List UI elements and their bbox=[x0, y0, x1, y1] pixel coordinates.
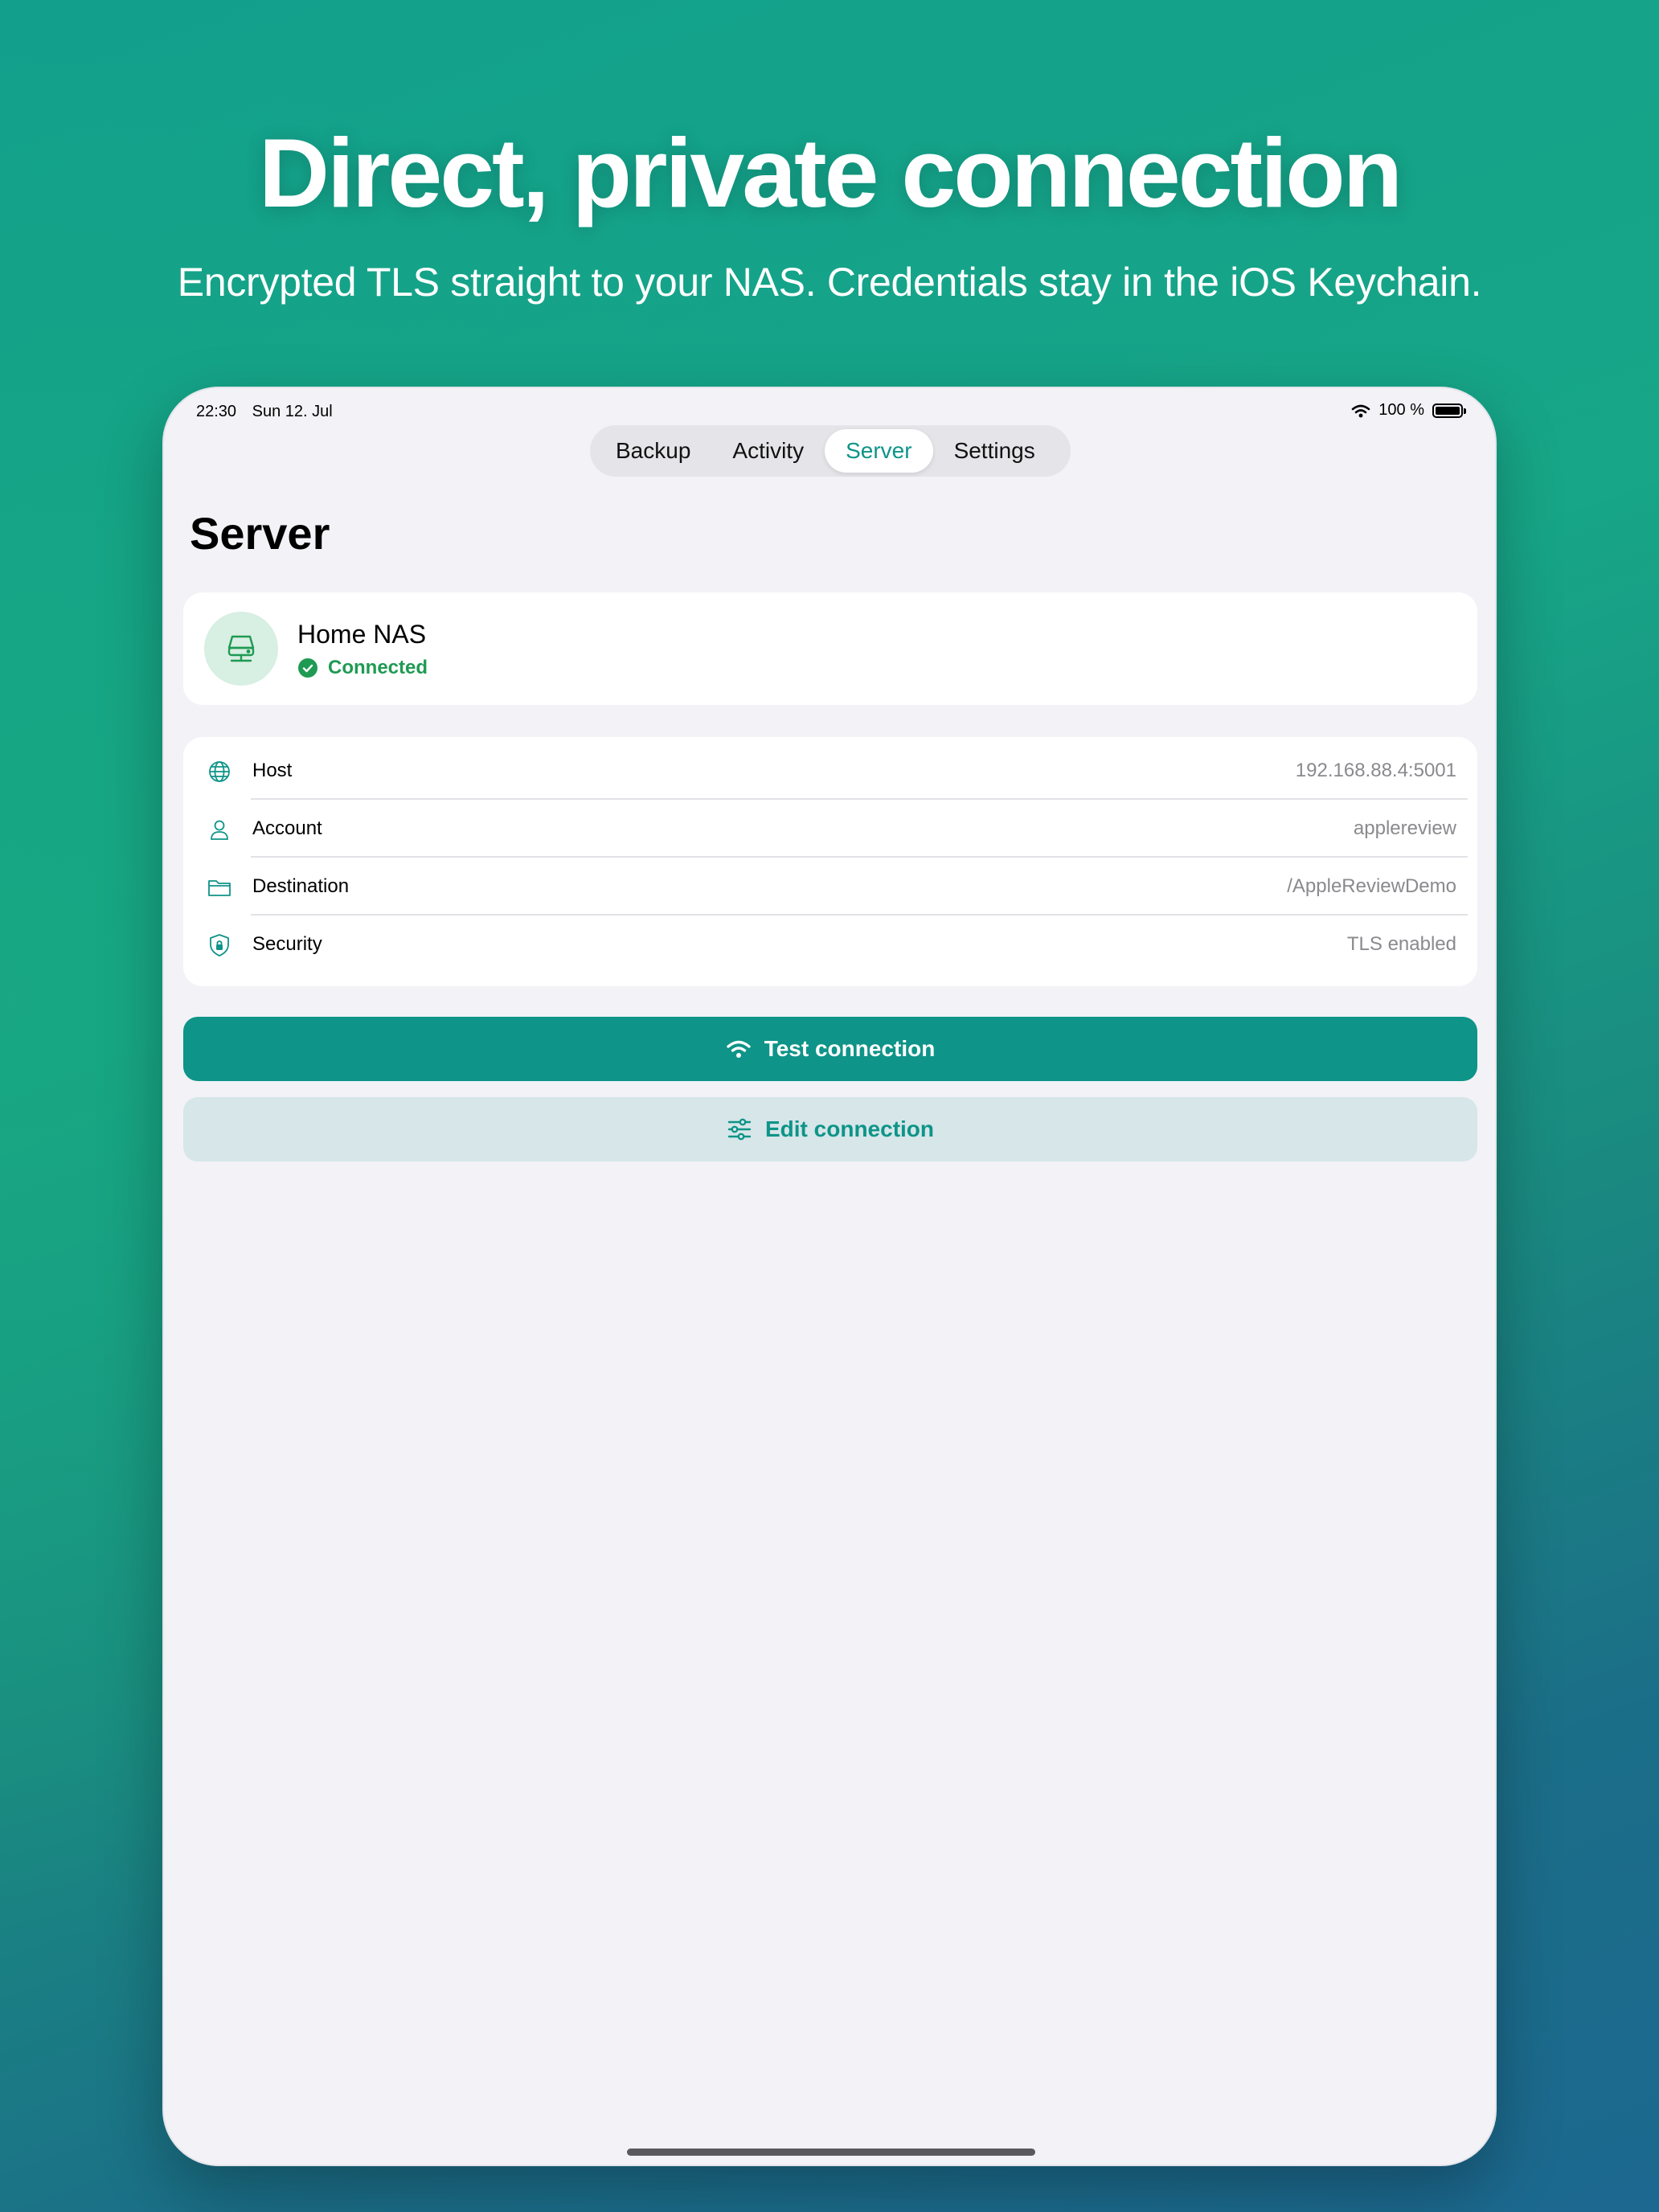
detail-label: Host bbox=[252, 760, 293, 781]
nas-drive-icon bbox=[227, 635, 255, 662]
status-date: Sun 12. Jul bbox=[252, 403, 333, 420]
detail-value: applereview bbox=[1353, 817, 1456, 839]
detail-value: /AppleReviewDemo bbox=[1287, 875, 1456, 897]
server-card[interactable]: Home NAS Connected bbox=[183, 592, 1477, 705]
status-time: 22:30 bbox=[196, 403, 237, 420]
tab-server[interactable]: Server bbox=[825, 429, 933, 473]
test-connection-button[interactable]: Test connection bbox=[183, 1017, 1477, 1081]
server-name: Home NAS bbox=[297, 620, 427, 649]
status-label: Connected bbox=[328, 657, 428, 678]
detail-row-security: Security TLS enabled bbox=[183, 916, 1477, 973]
person-icon bbox=[211, 820, 228, 840]
detail-row-account: Account applereview bbox=[183, 800, 1477, 858]
page-title: Server bbox=[190, 508, 330, 559]
server-avatar bbox=[204, 612, 278, 686]
tab-bar: Backup Activity Server Settings bbox=[590, 425, 1071, 477]
hero-title: Direct, private connection bbox=[258, 118, 1403, 227]
edit-connection-button[interactable]: Edit connection bbox=[183, 1097, 1477, 1161]
folder-icon bbox=[208, 880, 231, 896]
globe-icon bbox=[209, 761, 230, 782]
home-indicator[interactable] bbox=[627, 2149, 1035, 2156]
sliders-icon bbox=[727, 1118, 752, 1141]
detail-label: Security bbox=[252, 933, 322, 955]
detail-row-host: Host 192.168.88.4:5001 bbox=[183, 742, 1477, 800]
tab-activity[interactable]: Activity bbox=[711, 429, 825, 473]
details-card: Host 192.168.88.4:5001 Account applerevi… bbox=[183, 737, 1477, 986]
tab-settings[interactable]: Settings bbox=[933, 429, 1056, 473]
detail-value: TLS enabled bbox=[1346, 933, 1456, 955]
test-connection-label: Test connection bbox=[764, 1036, 936, 1061]
checkmark-circle-icon bbox=[298, 658, 317, 678]
detail-row-destination: Destination /AppleReviewDemo bbox=[183, 858, 1477, 916]
edit-connection-label: Edit connection bbox=[765, 1116, 934, 1141]
detail-label: Account bbox=[252, 817, 322, 839]
tab-backup[interactable]: Backup bbox=[595, 429, 711, 473]
wifi-icon bbox=[726, 1040, 751, 1058]
hero-subtitle: Encrypted TLS straight to your NAS. Cred… bbox=[177, 260, 1482, 305]
battery-percent: 100 % bbox=[1378, 401, 1424, 419]
connection-status: Connected bbox=[297, 657, 428, 679]
battery-icon bbox=[1432, 403, 1466, 418]
wifi-status-icon bbox=[1351, 404, 1370, 417]
detail-value: 192.168.88.4:5001 bbox=[1295, 760, 1456, 781]
ipad-screen: 22:30 Sun 12. Jul 100 % Backup Activity … bbox=[162, 387, 1497, 2166]
status-bar: 22:30 Sun 12. Jul 100 % bbox=[196, 396, 1466, 428]
detail-label: Destination bbox=[252, 875, 350, 897]
shield-lock-icon bbox=[210, 934, 229, 956]
